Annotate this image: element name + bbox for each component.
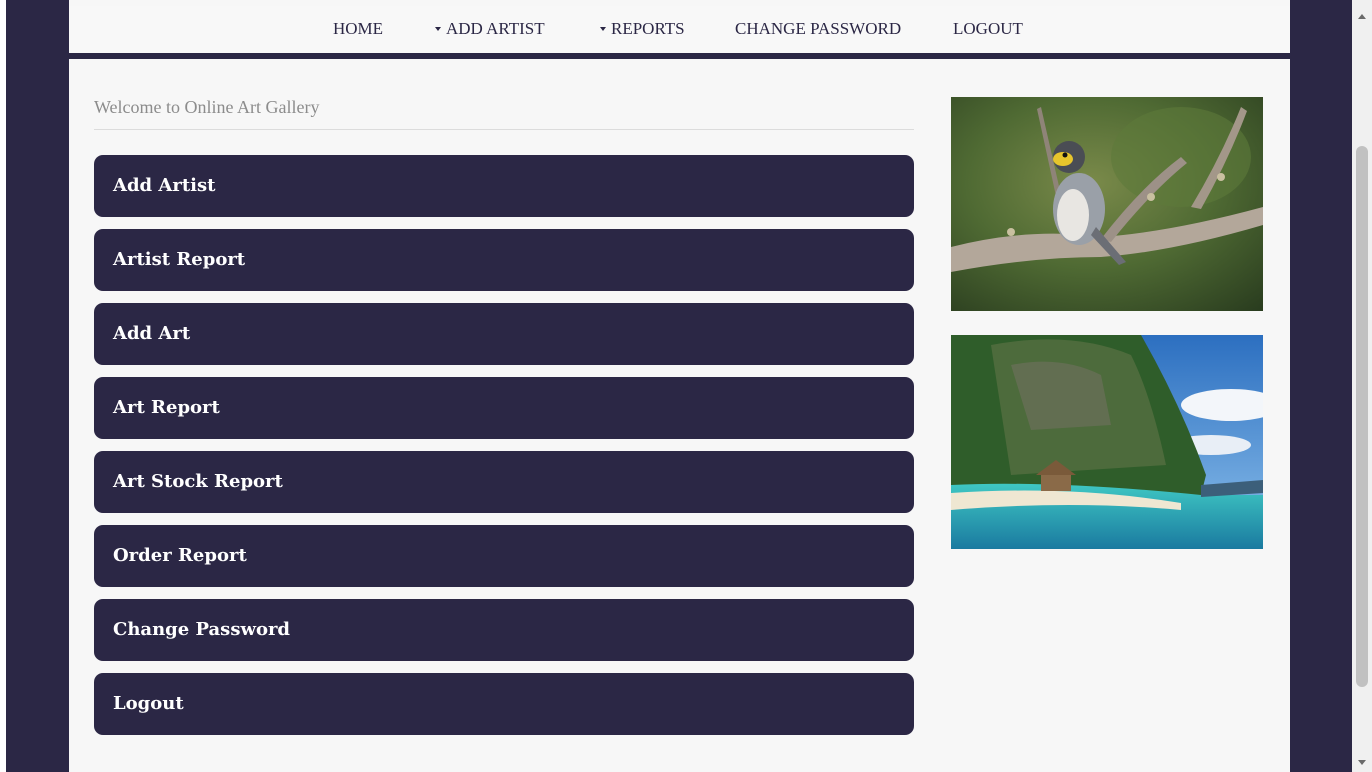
bird-photo — [951, 97, 1263, 311]
scroll-down-arrow-icon[interactable] — [1358, 760, 1366, 765]
menu-add-art-button[interactable]: Add Art — [94, 303, 914, 365]
menu-artist-report-button[interactable]: Artist Report — [94, 229, 914, 291]
menu-logout-button[interactable]: Logout — [94, 673, 914, 735]
nav-add-artist[interactable]: ADD ARTIST — [435, 19, 545, 39]
nav-change-password[interactable]: CHANGE PASSWORD — [735, 19, 901, 39]
caret-down-icon — [435, 27, 441, 32]
nav-reports-label: REPORTS — [611, 19, 685, 38]
welcome-heading: Welcome to Online Art Gallery — [94, 97, 320, 117]
scrollbar-thumb[interactable] — [1356, 146, 1368, 687]
left-edge — [0, 0, 6, 772]
menu-change-password-button[interactable]: Change Password — [94, 599, 914, 661]
top-navigation: HOME ADD ARTIST REPORTS CHANGE PASSWORD … — [69, 6, 1290, 59]
nav-home[interactable]: HOME — [333, 19, 383, 39]
nav-logout[interactable]: LOGOUT — [953, 19, 1023, 39]
divider — [94, 129, 914, 130]
scroll-up-arrow-icon[interactable] — [1358, 14, 1366, 19]
vertical-scrollbar[interactable] — [1352, 0, 1372, 772]
caret-down-icon — [600, 27, 606, 32]
menu-order-report-button[interactable]: Order Report — [94, 525, 914, 587]
menu-art-report-button[interactable]: Art Report — [94, 377, 914, 439]
menu-art-stock-report-button[interactable]: Art Stock Report — [94, 451, 914, 513]
menu-add-artist-button[interactable]: Add Artist — [94, 155, 914, 217]
nav-add-artist-label: ADD ARTIST — [446, 19, 545, 38]
nav-reports[interactable]: REPORTS — [600, 19, 685, 39]
page-container: HOME ADD ARTIST REPORTS CHANGE PASSWORD … — [69, 0, 1290, 772]
beach-photo — [951, 335, 1263, 549]
